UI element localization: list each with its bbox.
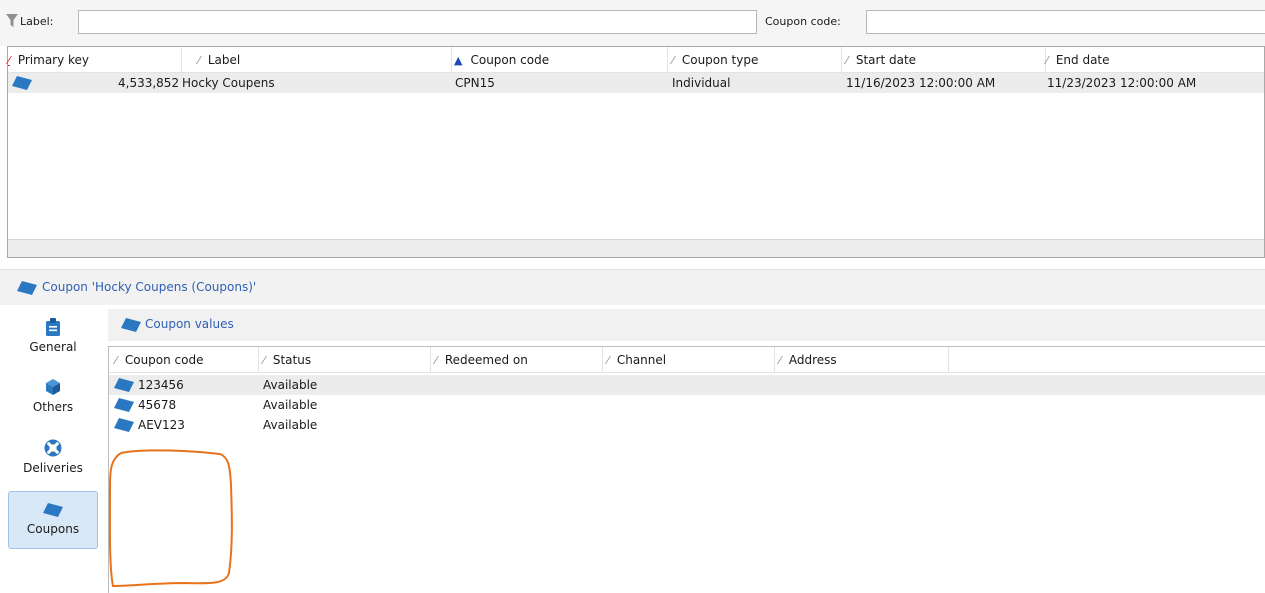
filter-icon — [6, 14, 18, 27]
grid-header: ⁄ Coupon code ⁄ Status ⁄ Redeemed on ⁄ Chann… — [109, 347, 1265, 373]
sort-indicator-icon: ⁄ — [8, 54, 10, 67]
coupon-icon — [12, 76, 32, 90]
column-header-redeemed-on[interactable]: ⁄ Redeemed on — [431, 347, 603, 373]
coupon-icon — [121, 318, 141, 332]
detail-sidebar: General Others Deliveries Coupons — [0, 305, 105, 593]
detail-header: Coupon 'Hocky Coupens (Coupons)' — [0, 269, 1265, 305]
coupon-icon — [17, 281, 37, 295]
coupon-values-header: Coupon values — [108, 309, 1265, 341]
column-header-end-date[interactable]: ⁄ End date — [1046, 47, 1265, 73]
sort-indicator-icon: ⁄ — [115, 354, 117, 367]
sort-indicator-icon: ⁄ — [779, 354, 781, 367]
lifebuoy-icon — [44, 439, 62, 457]
tab-coupons[interactable]: Coupons — [8, 491, 98, 549]
sort-indicator-icon: ⁄ — [435, 354, 437, 367]
coupon-icon — [43, 503, 63, 517]
coupon-icon — [114, 418, 134, 432]
column-header-coupon-code[interactable]: ▲ Coupon code — [452, 47, 668, 73]
clipboard-icon — [46, 318, 60, 336]
sort-indicator-icon: ⁄ — [672, 54, 674, 67]
table-row[interactable]: 45678 Available — [109, 395, 1265, 415]
table-row[interactable]: 4,533,852 Hocky Coupens CPN15 Individual… — [8, 73, 1264, 93]
column-header-channel[interactable]: ⁄ Channel — [603, 347, 775, 373]
cell-coupon-code: 45678 — [138, 398, 177, 412]
coupon-code-filter-caption: Coupon code: — [765, 15, 841, 28]
coupon-code-filter-input[interactable] — [866, 10, 1265, 34]
coupon-icon — [114, 398, 134, 412]
sort-indicator-icon: ⁄ — [846, 54, 848, 67]
cell-coupon-code: 123456 — [138, 378, 184, 392]
cell-start-date: 11/16/2023 12:00:00 AM — [846, 76, 996, 90]
tab-others-label: Others — [32, 400, 74, 414]
cell-coupon-code: CPN15 — [455, 76, 495, 90]
cell-primary-key: 4,533,852 — [118, 76, 180, 90]
cell-status: Available — [263, 398, 318, 412]
sort-indicator-icon: ⁄ — [263, 354, 265, 367]
cell-status: Available — [263, 418, 318, 432]
tab-deliveries-label: Deliveries — [23, 461, 83, 475]
column-header-address[interactable]: ⁄ Address — [775, 347, 949, 373]
detail-title: Coupon 'Hocky Coupens (Coupons)' — [42, 280, 257, 294]
sort-ascending-icon: ▲ — [454, 54, 463, 67]
column-header-coupon-type[interactable]: ⁄ Coupon type — [668, 47, 842, 73]
cell-label: Hocky Coupens — [182, 76, 275, 90]
coupon-values-title: Coupon values — [145, 317, 234, 331]
column-header-start-date[interactable]: ⁄ Start date — [842, 47, 1046, 73]
cell-end-date: 11/23/2023 12:00:00 AM — [1047, 76, 1197, 90]
coupon-values-grid: ⁄ Coupon code ⁄ Status ⁄ Redeemed on ⁄ Chann… — [108, 346, 1265, 593]
tab-deliveries[interactable]: Deliveries — [8, 429, 98, 487]
label-filter-caption: Label: — [20, 15, 54, 28]
coupons-list-grid: ⁄ Primary key ⁄ Label ▲ Coupon code ⁄ Coupon… — [7, 46, 1265, 258]
filter-bar: Label: Coupon code: — [0, 0, 1265, 46]
tab-coupons-label: Coupons — [26, 522, 80, 536]
horizontal-scrollbar[interactable] — [8, 239, 1264, 257]
tab-general[interactable]: General — [8, 308, 98, 366]
tab-general-label: General — [29, 340, 77, 354]
tab-others[interactable]: Others — [8, 368, 98, 426]
label-filter-input[interactable] — [78, 10, 757, 34]
sort-indicator-icon: ⁄ — [198, 54, 200, 67]
column-header-primary-key[interactable]: ⁄ Primary key — [8, 47, 182, 73]
column-header-label[interactable]: ⁄ Label — [182, 47, 452, 73]
sort-indicator-icon: ⁄ — [1046, 54, 1048, 67]
cell-status: Available — [263, 378, 318, 392]
annotation-outline — [108, 449, 233, 588]
cube-icon — [46, 379, 60, 395]
grid-header: ⁄ Primary key ⁄ Label ▲ Coupon code ⁄ Coupon… — [8, 47, 1264, 73]
coupon-icon — [114, 378, 134, 392]
table-row[interactable]: AEV123 Available — [109, 415, 1265, 435]
cell-coupon-code: AEV123 — [138, 418, 185, 432]
column-header-coupon-code[interactable]: ⁄ Coupon code — [109, 347, 259, 373]
column-header-status[interactable]: ⁄ Status — [259, 347, 431, 373]
table-row[interactable]: 123456 Available — [109, 375, 1265, 395]
cell-coupon-type: Individual — [672, 76, 731, 90]
sort-indicator-icon: ⁄ — [607, 354, 609, 367]
